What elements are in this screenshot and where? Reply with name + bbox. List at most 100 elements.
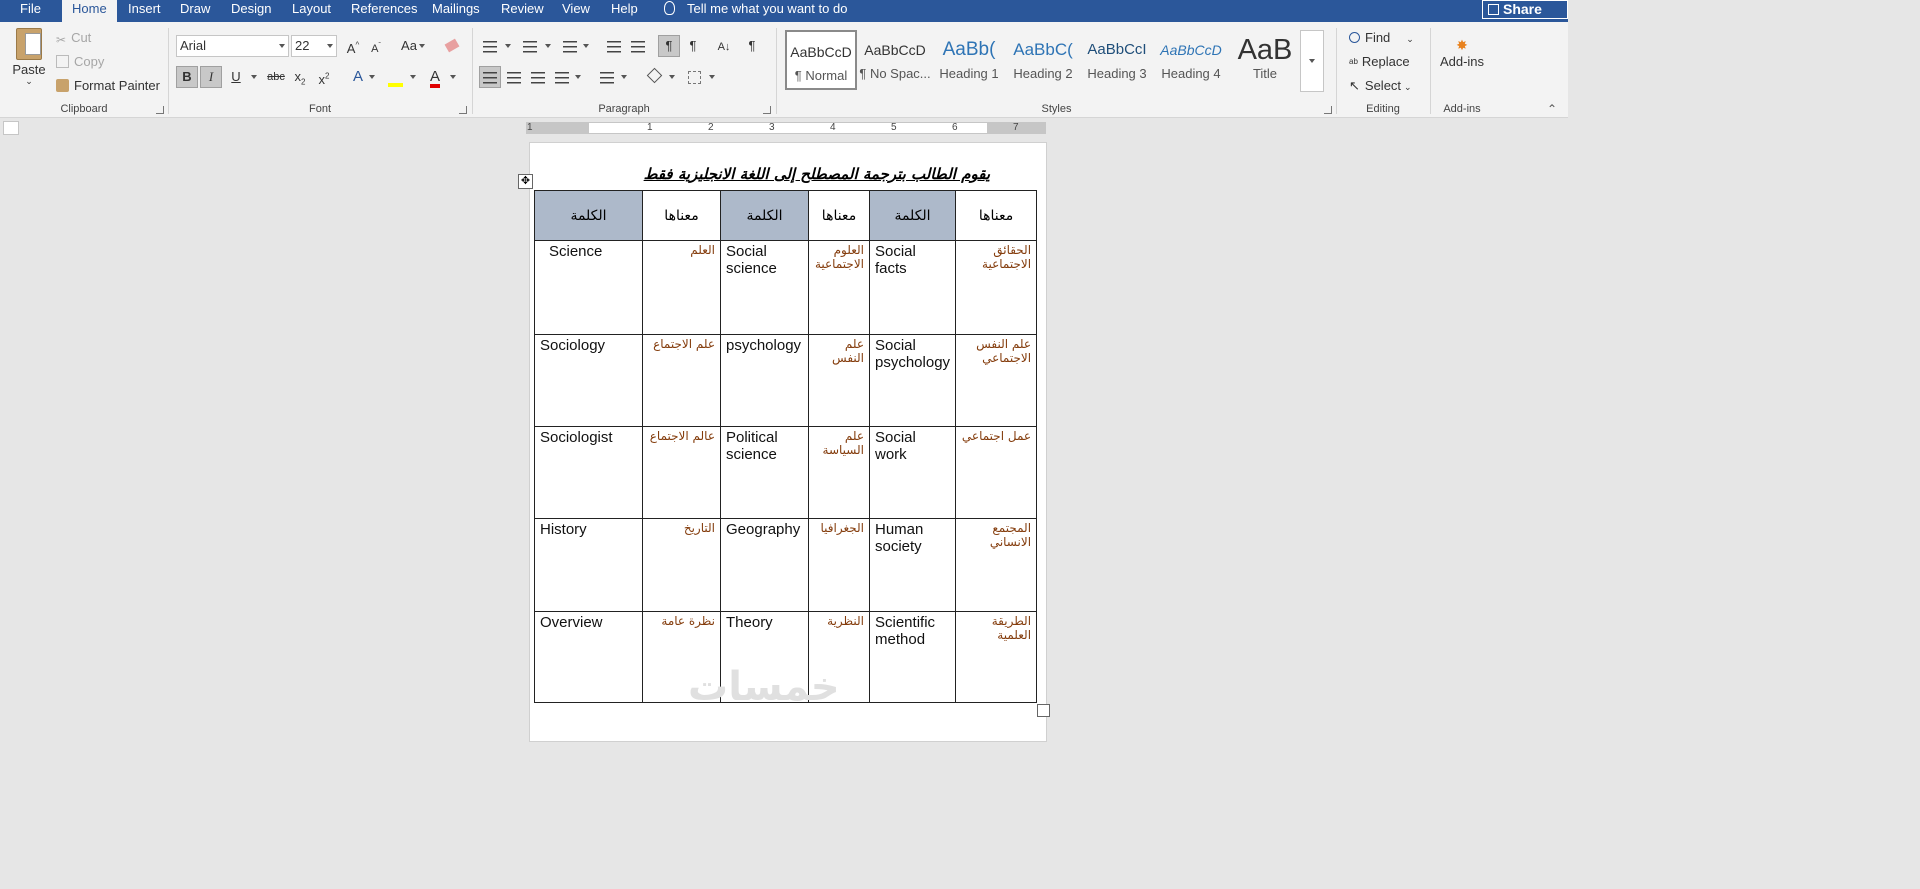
font-size-combo[interactable]: 22	[291, 35, 337, 57]
paragraph-dialog-launcher[interactable]	[763, 106, 771, 114]
find-button[interactable]: Find ⌄	[1349, 30, 1414, 45]
tab-file[interactable]: File	[20, 0, 41, 22]
table-cell[interactable]: Political science	[720, 426, 809, 519]
italic-button[interactable]: I	[200, 66, 222, 88]
ltr-button[interactable]: ¶	[682, 35, 704, 57]
table-cell[interactable]: الطريقة العلمية	[955, 611, 1038, 703]
rtl-button[interactable]: ¶	[658, 35, 680, 57]
style-heading-1[interactable]: AaBb( Heading 1	[933, 30, 1005, 90]
header-cell[interactable]: معناها	[642, 190, 721, 241]
tab-references[interactable]: References	[351, 0, 417, 22]
bold-button[interactable]: B	[176, 66, 198, 88]
styles-dialog-launcher[interactable]	[1324, 106, 1332, 114]
table-cell[interactable]: Human society	[868, 518, 957, 612]
tab-design[interactable]: Design	[231, 0, 271, 22]
text-effects-button[interactable]: A	[347, 66, 369, 88]
header-cell[interactable]: معناها	[808, 190, 870, 241]
style-heading-4[interactable]: AaBbCcD Heading 4	[1155, 30, 1227, 90]
sort-button[interactable]: A↓	[713, 35, 735, 57]
table-cell[interactable]: عمل اجتماعي	[955, 426, 1038, 519]
tab-help[interactable]: Help	[611, 0, 638, 22]
clear-formatting-button[interactable]	[441, 35, 463, 57]
tab-layout[interactable]: Layout	[292, 0, 331, 22]
increase-indent-button[interactable]	[627, 35, 649, 57]
highlight-button[interactable]	[384, 66, 406, 88]
numbering-button[interactable]	[519, 35, 541, 57]
table-cell[interactable]: العلوم الاجتماعية	[808, 240, 870, 335]
table-cell[interactable]: Science	[534, 240, 643, 335]
header-cell[interactable]: الكلمة	[868, 190, 957, 241]
style-heading-2[interactable]: AaBbC( Heading 2	[1007, 30, 1079, 90]
table-cell[interactable]: العلم	[642, 240, 721, 335]
table-cell[interactable]: علم السياسة	[808, 426, 870, 519]
multilevel-list-button[interactable]	[559, 35, 581, 57]
borders-button[interactable]	[683, 66, 705, 88]
table-cell[interactable]: Social psychology	[868, 334, 957, 427]
table-cell[interactable]: المجتمع الانساني	[955, 518, 1038, 612]
table-cell[interactable]: Social science	[720, 240, 809, 335]
shading-button[interactable]	[643, 66, 665, 88]
tab-home[interactable]: Home	[62, 0, 117, 22]
clipboard-dialog-launcher[interactable]	[156, 106, 164, 114]
table-cell[interactable]: Social work	[868, 426, 957, 519]
table-cell[interactable]: علم النفس	[808, 334, 870, 427]
grow-font-button[interactable]: A^	[342, 35, 364, 57]
underline-button[interactable]: U	[225, 66, 247, 88]
tab-insert[interactable]: Insert	[128, 0, 161, 22]
font-name-combo[interactable]: Arial	[176, 35, 289, 57]
superscript-button[interactable]: x2	[313, 66, 335, 88]
cut-button[interactable]: ✂ Cut	[56, 30, 91, 47]
tab-view[interactable]: View	[562, 0, 590, 22]
table-cell[interactable]: Sociologist	[534, 426, 643, 519]
styles-more-button[interactable]	[1300, 30, 1324, 92]
tab-review[interactable]: Review	[501, 0, 544, 22]
style-title[interactable]: AaB Title	[1229, 30, 1301, 90]
justify-button[interactable]	[551, 66, 573, 88]
header-cell[interactable]: الكلمة	[534, 190, 643, 241]
table-cell[interactable]: الحقائق الاجتماعية	[955, 240, 1038, 335]
table-cell[interactable]: التاريخ	[642, 518, 721, 612]
share-button[interactable]: Share	[1482, 0, 1568, 19]
show-marks-button[interactable]: ¶	[741, 35, 763, 57]
line-spacing-button[interactable]	[596, 66, 618, 88]
replace-button[interactable]: ab Replace	[1349, 54, 1410, 69]
table-cell[interactable]: عالم الاجتماع	[642, 426, 721, 519]
style-normal[interactable]: AaBbCcD ¶ Normal	[785, 30, 857, 90]
align-center-button[interactable]	[503, 66, 525, 88]
tab-selector[interactable]	[3, 121, 19, 135]
table-cell[interactable]: Overview	[534, 611, 643, 703]
table-cell[interactable]: Geography	[720, 518, 809, 612]
table-resize-handle[interactable]	[1037, 704, 1050, 717]
shrink-font-button[interactable]: Aˇ	[365, 35, 387, 57]
addins-button[interactable]: ✸ Add-ins	[1431, 36, 1493, 69]
tab-draw[interactable]: Draw	[180, 0, 210, 22]
table-cell[interactable]: Social facts	[868, 240, 957, 335]
header-cell[interactable]: معناها	[955, 190, 1038, 241]
table-cell[interactable]: History	[534, 518, 643, 612]
table-cell[interactable]: علم الاجتماع	[642, 334, 721, 427]
font-dialog-launcher[interactable]	[459, 106, 467, 114]
horizontal-ruler[interactable]: 1 1 2 3 4 5 6 7	[526, 122, 1046, 134]
table-cell[interactable]: علم النفس الاجتماعي	[955, 334, 1038, 427]
align-right-button[interactable]	[527, 66, 549, 88]
style-heading-3[interactable]: AaBbCcI Heading 3	[1081, 30, 1153, 90]
table-cell[interactable]: الجغرافيا	[808, 518, 870, 612]
copy-button[interactable]: Copy	[56, 54, 104, 69]
select-button[interactable]: ↖ Select ⌄	[1349, 78, 1412, 94]
table-move-icon[interactable]: ✥	[518, 174, 533, 189]
bullets-button[interactable]	[479, 35, 501, 57]
decrease-indent-button[interactable]	[603, 35, 625, 57]
table-cell[interactable]: Scientific method	[868, 611, 957, 703]
collapse-ribbon-icon[interactable]: ⌃	[1547, 102, 1557, 116]
paste-button[interactable]: Paste ⌄	[10, 28, 48, 86]
header-cell[interactable]: الكلمة	[720, 190, 809, 241]
subscript-button[interactable]: x2	[289, 66, 311, 88]
table-cell[interactable]: psychology	[720, 334, 809, 427]
align-left-button[interactable]	[479, 66, 501, 88]
tab-mailings[interactable]: Mailings	[432, 0, 480, 22]
format-painter-button[interactable]: Format Painter	[56, 78, 160, 93]
strikethrough-button[interactable]: abc	[265, 66, 287, 88]
style-no-spacing[interactable]: AaBbCcD ¶ No Spac...	[859, 30, 931, 90]
tell-me-box[interactable]: Tell me what you want to do	[664, 0, 847, 18]
table-cell[interactable]: Sociology	[534, 334, 643, 427]
